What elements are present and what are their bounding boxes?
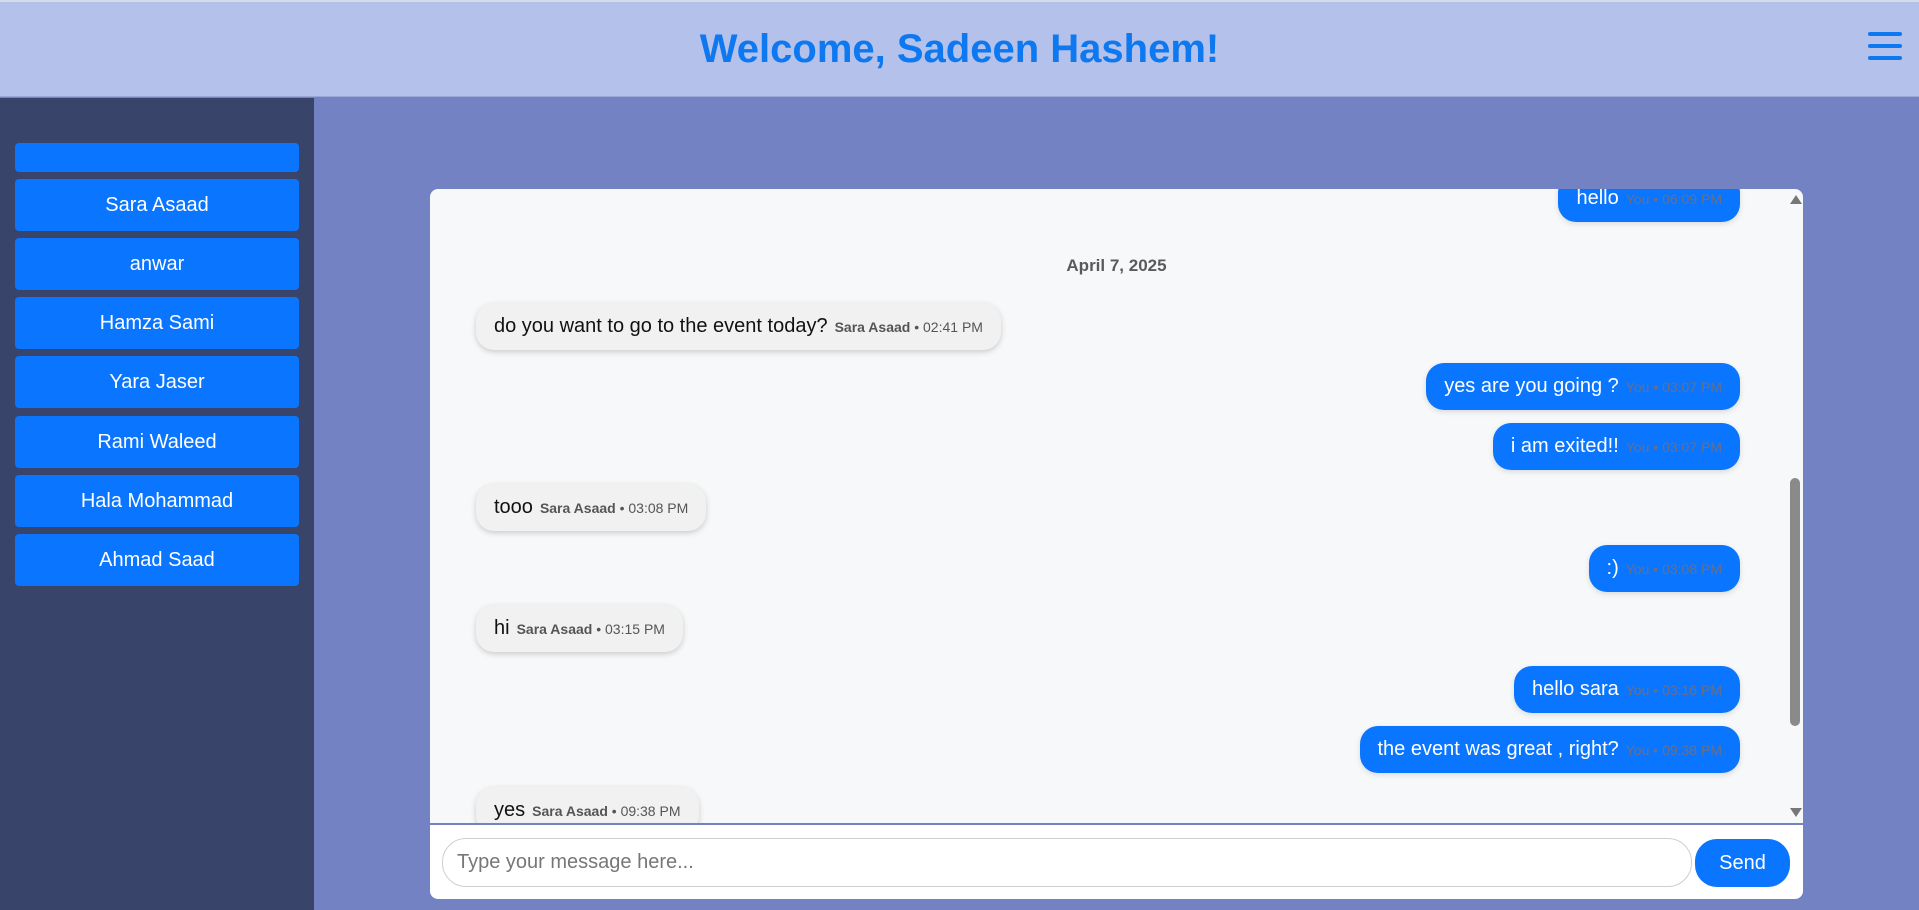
message-time: 03:08 PM bbox=[628, 499, 689, 516]
message-outgoing: yes are you going ? You • 03:07 PM bbox=[1426, 363, 1740, 410]
date-separator: April 7, 2025 bbox=[1066, 256, 1167, 275]
message-time: 03:16 PM bbox=[1662, 681, 1722, 698]
message-sender: Sara Asaad bbox=[516, 620, 593, 637]
message-meta: You • 03:08 PM bbox=[1625, 560, 1722, 577]
message-text: hello sara bbox=[1532, 678, 1619, 700]
message-text: yes bbox=[494, 799, 526, 821]
message-outgoing: :) You • 03:08 PM bbox=[1588, 545, 1740, 592]
message-outgoing: hello sara You • 03:16 PM bbox=[1514, 666, 1740, 713]
message-incoming: tooo Sara Asaad • 03:08 PM bbox=[476, 484, 707, 531]
message-text: do you want to go to the event today? bbox=[494, 315, 828, 337]
message-input[interactable] bbox=[442, 838, 1692, 887]
message-meta: Sara Asaad • 09:38 PM bbox=[532, 802, 681, 819]
send-button[interactable]: Send bbox=[1695, 839, 1790, 887]
chat-scrollbar[interactable] bbox=[1786, 189, 1803, 823]
contact-item-yara-jaser[interactable]: Yara Jaser bbox=[15, 356, 299, 408]
message-meta: You • 03:07 PM bbox=[1625, 438, 1722, 455]
message-meta: Sara Asaad • 03:08 PM bbox=[539, 499, 689, 516]
message-time: 03:15 PM bbox=[605, 620, 665, 637]
message-text: tooo bbox=[494, 496, 533, 518]
message-text: hello bbox=[1576, 189, 1619, 209]
message-incoming: yes Sara Asaad • 09:38 PM bbox=[476, 787, 699, 823]
message-meta: You • 03:16 PM bbox=[1625, 681, 1722, 698]
contact-item-blank[interactable] bbox=[15, 143, 299, 172]
message-sender: You bbox=[1625, 681, 1650, 698]
contact-item-hala-mohammad[interactable]: Hala Mohammad bbox=[15, 475, 299, 527]
message-meta: Sara Asaad • 02:41 PM bbox=[834, 318, 983, 335]
message-text: :) bbox=[1606, 557, 1619, 579]
welcome-title: Welcome, Sadeen Hashem! bbox=[699, 27, 1220, 71]
message-sender: You bbox=[1625, 741, 1650, 758]
contact-item-anwar[interactable]: anwar bbox=[15, 238, 299, 290]
contact-item-hamza-sami[interactable]: Hamza Sami bbox=[15, 297, 299, 349]
message-incoming: hi Sara Asaad • 03:15 PM bbox=[476, 605, 683, 652]
app-header: Welcome, Sadeen Hashem! bbox=[0, 0, 1919, 97]
message-sender: You bbox=[1625, 438, 1650, 455]
message-time: 03:07 PM bbox=[1662, 378, 1722, 395]
message-composer: Send bbox=[430, 825, 1803, 899]
scrollbar-thumb[interactable] bbox=[1790, 478, 1800, 726]
message-outgoing: the event was great , right? You • 09:38… bbox=[1359, 726, 1740, 773]
message-incoming: do you want to go to the event today? Sa… bbox=[476, 303, 1001, 350]
message-meta: You • 03:07 PM bbox=[1625, 378, 1722, 395]
scroll-up-arrow-icon[interactable] bbox=[1790, 195, 1802, 204]
message-time: 06:09 PM bbox=[1662, 190, 1722, 207]
message-outgoing: hello You • 06:09 PM bbox=[1558, 189, 1740, 222]
message-sender: Sara Asaad bbox=[532, 802, 608, 819]
message-sender: Sara Asaad bbox=[539, 499, 616, 516]
message-outgoing: i am exited!! You • 03:07 PM bbox=[1492, 423, 1740, 470]
message-time: 09:38 PM bbox=[620, 802, 681, 819]
contact-item-sara-asaad[interactable]: Sara Asaad bbox=[15, 179, 299, 231]
message-sender: You bbox=[1625, 560, 1650, 577]
message-meta: Sara Asaad • 03:15 PM bbox=[516, 620, 665, 637]
message-sender: Sara Asaad bbox=[834, 318, 911, 335]
contacts-sidebar: Sara Asaad anwar Hamza Sami Yara Jaser R… bbox=[0, 98, 314, 910]
message-text: i am exited!! bbox=[1510, 435, 1619, 457]
chat-messages-panel[interactable]: hello You • 06:09 PM April 7, 2025 do yo… bbox=[430, 189, 1803, 823]
message-time: 03:08 PM bbox=[1662, 560, 1722, 577]
scroll-down-arrow-icon[interactable] bbox=[1790, 808, 1802, 817]
message-time: 03:07 PM bbox=[1662, 438, 1722, 455]
contact-item-rami-waleed[interactable]: Rami Waleed bbox=[15, 416, 299, 468]
message-time: 02:41 PM bbox=[923, 318, 983, 335]
message-sender: You bbox=[1625, 190, 1650, 207]
message-text: the event was great , right? bbox=[1377, 738, 1619, 760]
message-meta: You • 06:09 PM bbox=[1625, 190, 1722, 207]
contact-item-ahmad-saad[interactable]: Ahmad Saad bbox=[15, 534, 299, 586]
hamburger-menu-icon[interactable] bbox=[1868, 32, 1902, 60]
message-meta: You • 09:38 PM bbox=[1625, 741, 1722, 758]
message-time: 09:38 PM bbox=[1662, 741, 1722, 758]
message-text: yes are you going ? bbox=[1444, 375, 1619, 397]
message-sender: You bbox=[1625, 378, 1650, 395]
message-text: hi bbox=[494, 617, 510, 639]
